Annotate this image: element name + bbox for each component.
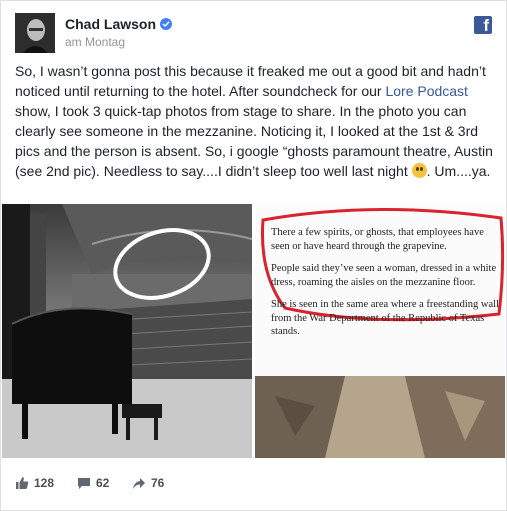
share-arrow-icon [133, 478, 145, 489]
photo-grid: There a few spirits, or ghosts, that emp… [2, 204, 505, 458]
lore-podcast-link[interactable]: Lore Podcast [385, 83, 468, 99]
comments-count[interactable]: 62 [77, 476, 109, 490]
comment-icon [78, 478, 90, 489]
facebook-logo-icon[interactable]: f [474, 16, 492, 35]
shares-count[interactable]: 76 [132, 476, 164, 490]
article-screenshot-photo[interactable]: There a few spirits, or ghosts, that emp… [255, 204, 505, 458]
theatre-stage-photo[interactable] [2, 204, 252, 458]
likes-count[interactable]: 128 [15, 476, 54, 490]
flushed-face-emoji-icon [411, 163, 427, 178]
post-body: So, I wasn’t gonna post this because it … [15, 63, 493, 179]
post-timestamp[interactable]: am Montag [65, 35, 125, 49]
post-header: Chad Lawson am Montag f [15, 13, 492, 53]
thumbs-up-icon [16, 477, 29, 489]
verified-badge-icon [160, 18, 173, 30]
stone-wall-image [255, 376, 505, 458]
author-name[interactable]: Chad Lawson [65, 16, 173, 32]
facebook-post-card: Chad Lawson am Montag f So, I wasn’t gon… [0, 0, 507, 511]
article-text: There a few spirits, or ghosts, that emp… [271, 227, 499, 337]
avatar[interactable] [15, 13, 55, 53]
